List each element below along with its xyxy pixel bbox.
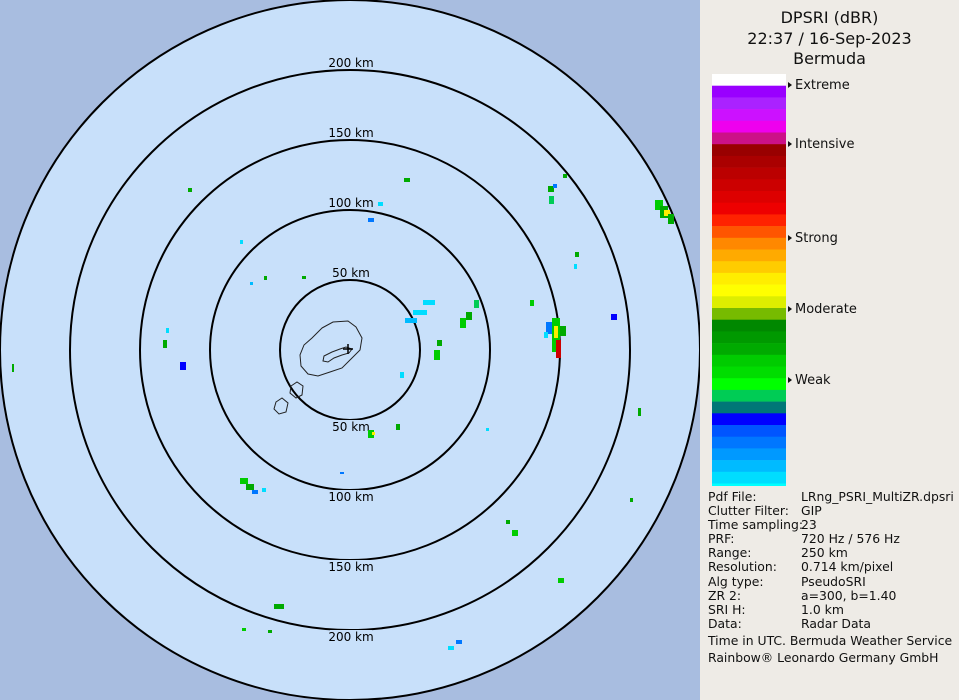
color-swatch: [712, 132, 786, 145]
legend-label-extreme: Extreme: [788, 78, 850, 93]
legend-panel: DPSRI (dBR) 22:37 / 16-Sep-2023 Bermuda …: [700, 0, 959, 700]
color-swatch: [712, 471, 786, 484]
range-label-50-north: 50 km: [332, 266, 370, 280]
color-swatch: [712, 97, 786, 110]
range-label-100-south: 100 km: [328, 490, 373, 504]
color-swatch: [712, 74, 786, 86]
color-swatch: [712, 284, 786, 297]
color-swatch: [712, 144, 786, 157]
color-swatch: [712, 401, 786, 414]
range-label-150-south: 150 km: [328, 560, 373, 574]
color-swatch: [712, 308, 786, 320]
color-swatch: [712, 237, 786, 250]
color-swatch: [712, 460, 786, 473]
color-swatch: [712, 179, 786, 192]
color-swatch: [712, 448, 786, 461]
legend-label-strong: Strong: [788, 231, 838, 246]
color-swatch: [712, 366, 786, 379]
color-swatch: [712, 378, 786, 391]
color-swatch: [712, 120, 786, 133]
coverage-area: [0, 0, 700, 700]
color-swatch: [712, 249, 786, 262]
timestamp: 22:37 / 16-Sep-2023: [747, 29, 912, 48]
range-label-200-north: 200 km: [328, 56, 373, 70]
color-swatch: [712, 296, 786, 309]
color-swatch: [712, 191, 786, 203]
color-swatch: [712, 155, 786, 168]
color-swatch: [712, 85, 786, 98]
color-swatch: [712, 167, 786, 180]
color-swatch: [712, 436, 786, 449]
color-swatch: [712, 425, 786, 437]
range-label-50-south: 50 km: [332, 420, 370, 434]
color-swatch: [712, 343, 786, 356]
color-swatch: [712, 483, 786, 486]
color-swatch: [712, 354, 786, 367]
range-label-200-south: 200 km: [328, 630, 373, 644]
site-name: Bermuda: [793, 49, 866, 68]
legend-label-weak: Weak: [788, 373, 831, 388]
color-swatch: [712, 331, 786, 344]
footer-credit: Rainbow® Leonardo Germany GmbH: [708, 650, 939, 665]
color-swatch: [712, 226, 786, 239]
color-scale-bar: [712, 74, 786, 486]
color-swatch: [712, 261, 786, 274]
legend-label-intensive: Intensive: [788, 137, 854, 152]
color-swatch: [712, 413, 786, 426]
product-title: DPSRI (dBR): [780, 8, 879, 27]
range-label-150-north: 150 km: [328, 126, 373, 140]
radar-map: 50 km 100 km 150 km 200 km 50 km 100 km …: [0, 0, 700, 700]
color-swatch: [712, 214, 786, 227]
legend-label-moderate: Moderate: [788, 302, 857, 317]
range-label-100-north: 100 km: [328, 196, 373, 210]
color-swatch: [712, 272, 786, 285]
color-swatch: [712, 202, 786, 215]
color-swatch: [712, 319, 786, 332]
color-swatch: [712, 389, 786, 402]
color-swatch: [712, 109, 786, 122]
footer-time-note: Time in UTC. Bermuda Weather Service: [708, 633, 953, 648]
